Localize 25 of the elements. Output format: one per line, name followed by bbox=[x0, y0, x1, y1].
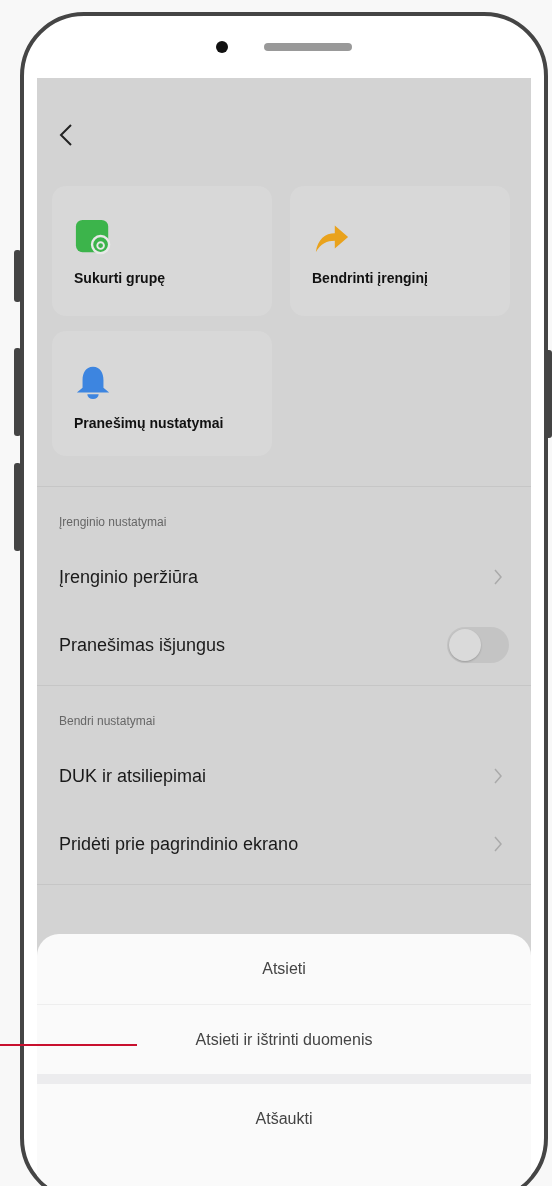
row-label: Pridėti prie pagrindinio ekrano bbox=[59, 833, 299, 855]
action-label: Pranešimų nustatymai bbox=[74, 415, 225, 431]
settings-row[interactable]: DUK ir atsiliepimai bbox=[59, 742, 509, 810]
cancel-button[interactable]: Atšaukti bbox=[37, 1084, 531, 1154]
chevron-icon bbox=[493, 568, 503, 586]
settings-row[interactable]: Pridėti prie pagrindinio ekrano bbox=[59, 810, 509, 878]
chevron-icon bbox=[493, 835, 503, 853]
action-label: Sukurti grupę bbox=[74, 270, 166, 286]
row-label: DUK ir atsiliepimai bbox=[59, 765, 207, 787]
settings-row[interactable]: Pranešimas išjungus bbox=[59, 611, 509, 679]
chevron-icon bbox=[493, 767, 503, 785]
action-card[interactable]: Bendrinti įrenginį bbox=[290, 186, 510, 316]
settings-row[interactable]: Įrenginio peržiūra bbox=[59, 543, 509, 611]
action-label: Bendrinti įrenginį bbox=[312, 270, 429, 286]
row-label: Pranešimas išjungus bbox=[59, 634, 226, 656]
back-icon[interactable] bbox=[59, 123, 73, 147]
section-title: Įrenginio nustatymai bbox=[59, 515, 167, 529]
section-title: Bendri nustatymai bbox=[59, 714, 156, 728]
sheet-option[interactable]: Atsieti bbox=[37, 934, 531, 1004]
action-card[interactable]: Sukurti grupę bbox=[52, 186, 272, 316]
row-label: Įrenginio peržiūra bbox=[59, 566, 199, 588]
action-card[interactable]: Pranešimų nustatymai bbox=[52, 331, 272, 456]
camera-dot bbox=[216, 41, 228, 53]
group-icon bbox=[74, 218, 112, 256]
toggle-switch[interactable] bbox=[447, 627, 509, 663]
